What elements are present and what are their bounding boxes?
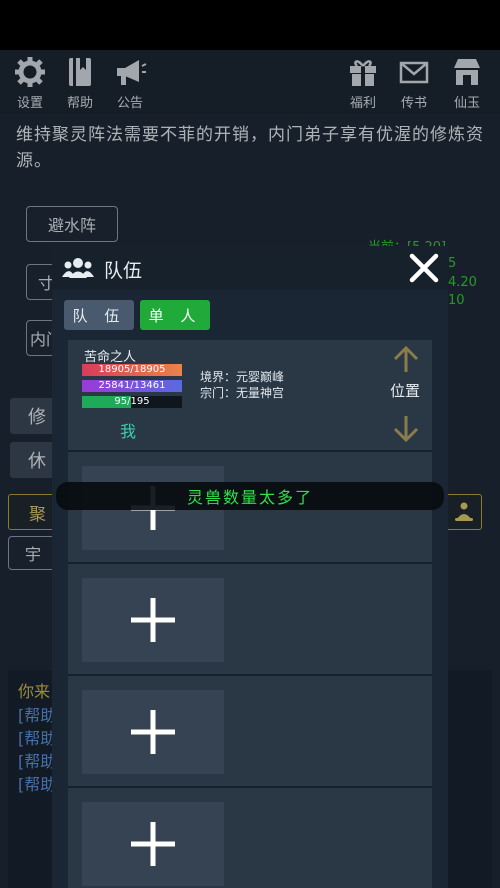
team-dialog: 队伍 队 伍 单 人 苦命之人 18905/18905 25841/13461 …	[52, 246, 448, 888]
plus-icon	[131, 710, 175, 754]
empty-slot[interactable]	[68, 676, 432, 788]
plus-icon	[131, 598, 175, 642]
tab-team[interactable]: 队 伍	[64, 300, 134, 330]
close-icon	[409, 253, 439, 283]
add-slot-button[interactable]	[82, 690, 224, 774]
empty-slot[interactable]	[68, 788, 432, 888]
add-slot-button[interactable]	[82, 802, 224, 886]
hp-bar: 18905/18905	[82, 364, 182, 376]
add-slot-button[interactable]	[82, 578, 224, 662]
member-name: 苦命之人	[84, 350, 137, 365]
exp-bar: 95/195	[82, 396, 182, 408]
arrow-up-icon	[393, 345, 419, 372]
team-icon	[62, 258, 94, 278]
tab-single[interactable]: 单 人	[140, 300, 210, 330]
dialog-title: 队伍	[104, 260, 143, 282]
move-down-button[interactable]	[392, 414, 420, 444]
member-realm: 境界：元婴巅峰	[200, 370, 285, 384]
toast-message: 灵兽数量太多了	[56, 482, 444, 510]
exp-bar-text: 95/195	[114, 396, 150, 407]
self-tag: 我	[120, 422, 137, 441]
plus-icon	[131, 822, 175, 866]
move-up-button[interactable]	[392, 344, 420, 374]
close-button[interactable]	[406, 250, 442, 286]
member-sect: 宗门：无量神宫	[200, 386, 285, 400]
position-label: 位置	[390, 382, 421, 400]
dialog-header: 队伍	[52, 246, 448, 290]
empty-slot[interactable]	[68, 564, 432, 676]
team-slot-list: 苦命之人 18905/18905 25841/13461 95/195 境界：元…	[68, 340, 432, 888]
status-bar	[0, 0, 500, 50]
member-card[interactable]: 苦命之人 18905/18905 25841/13461 95/195 境界：元…	[68, 340, 432, 452]
mp-bar: 25841/13461	[82, 380, 182, 392]
arrow-down-icon	[393, 416, 419, 443]
